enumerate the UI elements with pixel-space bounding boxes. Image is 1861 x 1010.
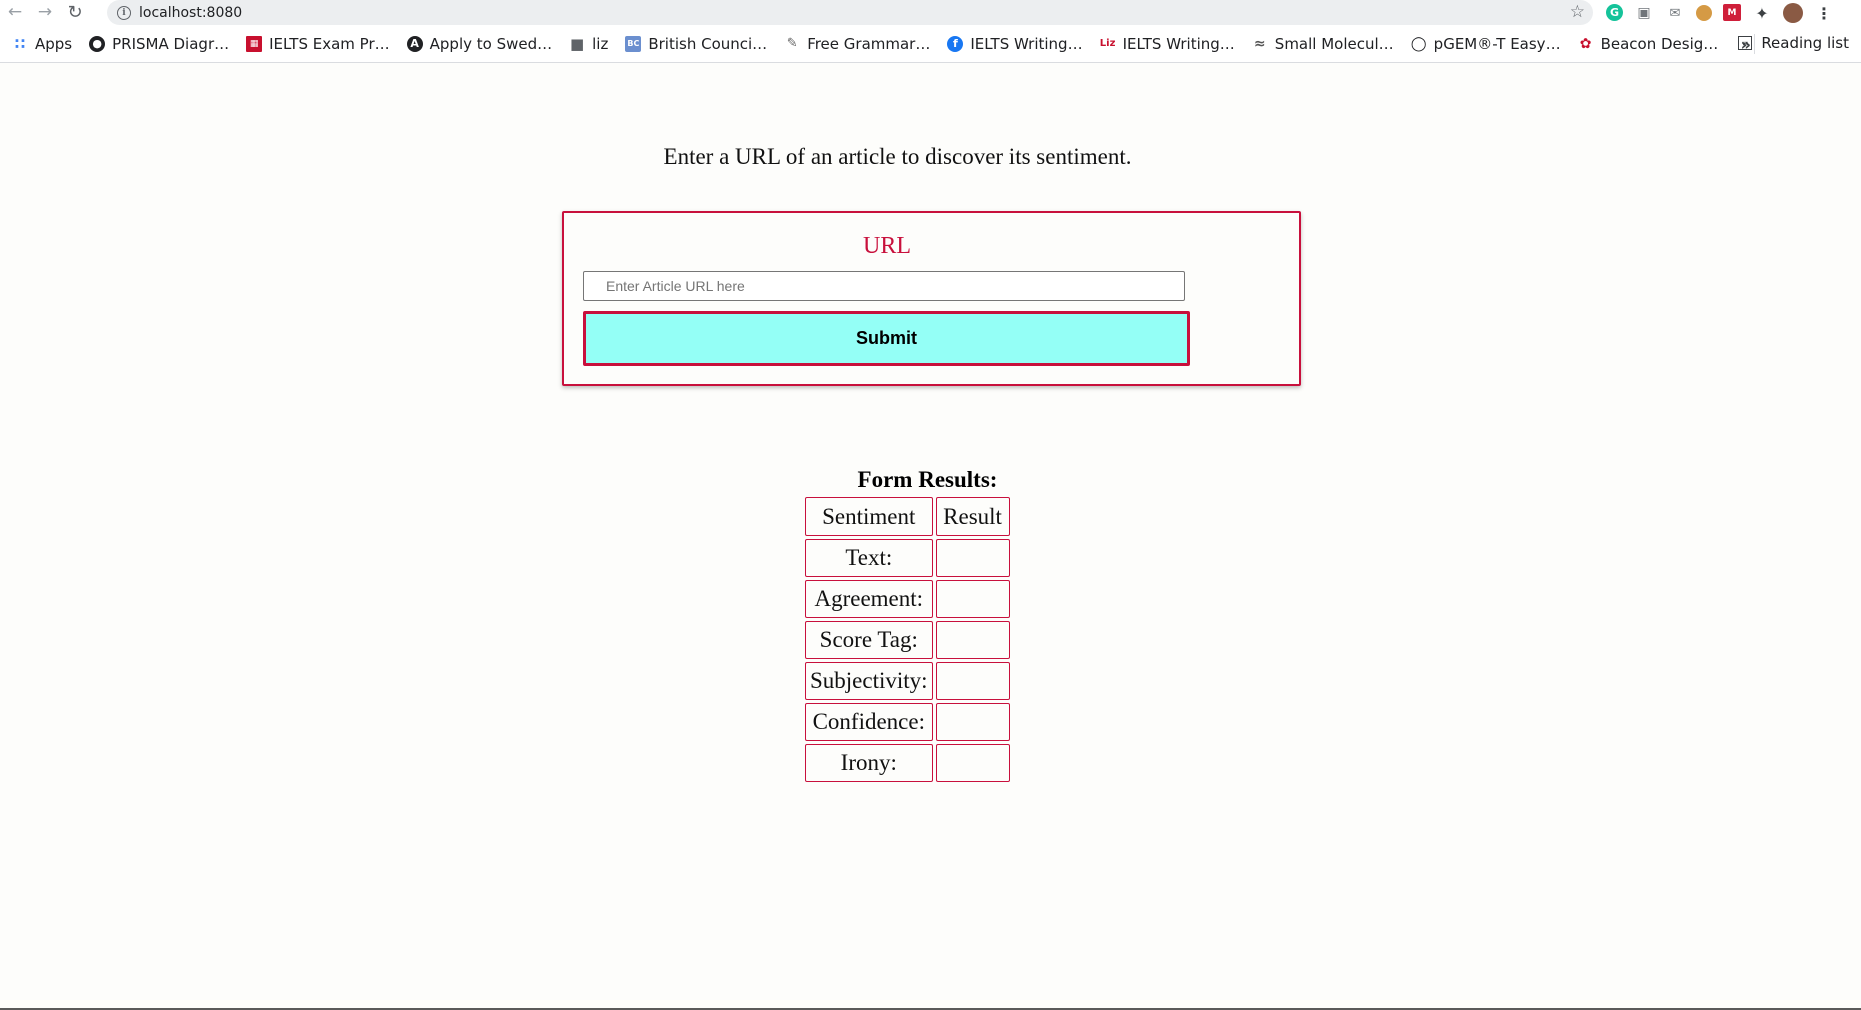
bookmark-label: IELTS Exam Pr… [269,34,390,53]
profile-avatar[interactable] [1783,3,1803,23]
page-heading: Enter a URL of an article to discover it… [663,144,1132,169]
ielts-icon: ▦ [246,35,263,52]
row-value-agreement [935,580,1010,618]
bookmark-label: liz [592,34,609,53]
pgem-icon: ◯ [1410,35,1427,52]
british-council-icon: BC [625,35,642,52]
camera-icon[interactable]: ▣ [1634,3,1654,23]
bookmark-label: Apply to Swed… [429,34,553,53]
table-row: Confidence: [805,703,1010,741]
extension-icons: G ▣ ✉ M ✦ ⋮ [1606,3,1834,23]
row-value-subjectivity [935,662,1010,700]
reload-icon[interactable]: ↻ [60,0,90,25]
bookmark-pgem[interactable]: ◯ pGEM®-T Easy… [1411,35,1561,53]
mendeley-icon[interactable]: M [1723,4,1741,21]
row-label-score-tag: Score Tag: [805,621,933,659]
row-value-score-tag [935,621,1010,659]
bookmark-label: IELTS Writing… [970,34,1083,53]
bookmark-label: Free Grammar… [807,34,931,53]
cookie-icon[interactable] [1696,5,1712,21]
reading-list-label: Reading list [1761,34,1849,52]
extensions-puzzle-icon[interactable]: ✦ [1752,3,1772,23]
browser-toolbar: ← → ↻ i localhost:8080 ☆ G ▣ ✉ M ✦ ⋮ [0,0,1861,25]
table-row: Subjectivity: [805,662,1010,700]
facebook-icon: f [947,35,964,52]
table-header-row: Sentiment Result [805,497,1010,536]
row-label-subjectivity: Subjectivity: [805,662,933,700]
bookmark-free-grammar[interactable]: ✎ Free Grammar… [784,34,931,53]
submit-button[interactable]: Submit [583,311,1190,366]
bookmark-beacon[interactable]: ✿ Beacon Desig… [1578,35,1719,53]
bookmark-label: Small Molecul… [1274,34,1394,53]
row-label-confidence: Confidence: [805,703,933,741]
bookmark-apps[interactable]: ∷ Apps [12,35,72,53]
table-row: Score Tag: [805,621,1010,659]
url-form: URL Submit [562,211,1301,386]
browser-menu-icon[interactable]: ⋮ [1814,3,1834,23]
liz-icon: Liz [1099,38,1116,49]
results-title: Form Results: [857,467,998,492]
url-label: URL [863,233,911,259]
bookmark-label: British Counci… [648,34,768,53]
bookmark-prisma[interactable]: ● PRISMA Diagr… [89,35,229,53]
row-label-agreement: Agreement: [805,580,933,618]
bookmark-british-council[interactable]: BC British Counci… [625,35,767,53]
apps-grid-icon: ∷ [14,34,26,53]
back-arrow-icon[interactable]: ← [0,0,30,25]
address-bar[interactable]: i localhost:8080 ☆ [107,0,1593,25]
url-input[interactable] [583,271,1185,301]
bookmark-label: pGEM®-T Easy… [1433,34,1561,53]
bookmark-star-icon[interactable]: ☆ [1570,2,1585,22]
site-info-icon[interactable]: i [117,5,131,20]
row-label-text: Text: [805,539,933,577]
bookmark-small-molecule[interactable]: ≈ Small Molecul… [1252,35,1394,53]
prisma-icon: ● [89,35,106,52]
header-result: Result [935,497,1010,536]
row-value-irony [935,744,1010,782]
bookmark-label: Apps [35,34,73,53]
row-label-irony: Irony: [805,744,933,782]
bookmark-ielts-writing-liz[interactable]: Liz IELTS Writing… [1100,35,1235,53]
forward-arrow-icon[interactable]: → [30,0,60,25]
reading-list-icon: ≡ [1738,36,1753,50]
bookmark-label: IELTS Writing… [1122,34,1235,53]
molecule-icon: ≈ [1253,35,1266,52]
table-row: Irony: [805,744,1010,782]
bookmark-folder-liz[interactable]: ■ liz [569,35,608,53]
bookmarks-bar: ∷ Apps ● PRISMA Diagr… ▦ IELTS Exam Pr… … [0,25,1861,63]
bookmark-ielts-writing-fb[interactable]: f IELTS Writing… [947,34,1083,53]
table-row: Agreement: [805,580,1010,618]
table-row: Text: [805,539,1010,577]
bookmark-apply-sweden[interactable]: A Apply to Swed… [406,34,553,53]
results-table: Sentiment Result Text: Agreement: Score … [802,494,1013,785]
grammarly-icon[interactable]: G [1606,4,1623,21]
address-bar-url[interactable]: localhost:8080 [139,5,242,21]
bookmark-label: PRISMA Diagr… [112,34,230,53]
bookmark-ielts-exam[interactable]: ▦ IELTS Exam Pr… [246,35,390,53]
folder-icon: ■ [570,34,585,53]
row-value-confidence [935,703,1010,741]
header-sentiment: Sentiment [805,497,933,536]
mail-icon[interactable]: ✉ [1665,3,1685,23]
row-value-text [935,539,1010,577]
apply-icon: A [406,35,423,52]
beacon-icon: ✿ [1579,35,1592,52]
reading-list-button[interactable]: ≡ Reading list [1738,34,1849,52]
grammar-icon: ✎ [786,36,798,51]
bookmark-label: Beacon Desig… [1600,34,1719,53]
